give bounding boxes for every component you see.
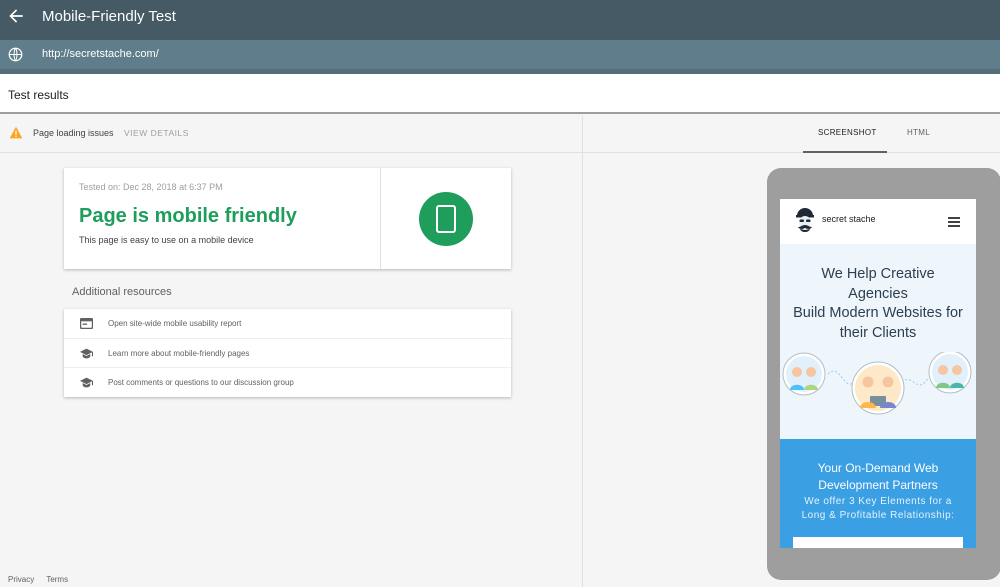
site-hero: We Help Creative Agencies Build Modern W… bbox=[780, 244, 976, 439]
additional-resources-heading: Additional resources bbox=[72, 286, 172, 298]
menu-icon bbox=[948, 217, 960, 227]
app-bar: Mobile-Friendly Test bbox=[0, 0, 1000, 40]
partners-card bbox=[793, 537, 963, 548]
partners-heading: Your On-Demand Web Development Partners bbox=[780, 460, 976, 494]
resource-label: Post comments or questions to our discus… bbox=[108, 378, 294, 387]
site-header: secret stache bbox=[780, 199, 976, 244]
school-icon bbox=[80, 377, 93, 388]
hero-line: their Clients bbox=[839, 324, 917, 341]
terms-link[interactable]: Terms bbox=[46, 575, 68, 584]
results-panel: Page loading issues VIEW DETAILS Tested … bbox=[0, 116, 583, 587]
footer: Privacy Terms bbox=[8, 575, 78, 584]
tested-url[interactable]: http://secretstache.com/ bbox=[42, 48, 159, 60]
results-title: Test results bbox=[8, 88, 69, 102]
preview-panel: SCREENSHOT HTML secret stache We Help Cr… bbox=[583, 116, 1000, 587]
hero-heading: We Help Creative Agencies Build Modern W… bbox=[780, 265, 976, 343]
results-header: Test results bbox=[0, 74, 1000, 114]
app-title: Mobile-Friendly Test bbox=[42, 8, 176, 25]
privacy-link[interactable]: Privacy bbox=[8, 575, 34, 584]
active-tab-indicator bbox=[803, 151, 887, 153]
tab-html[interactable]: HTML bbox=[907, 128, 930, 137]
resource-item-discussion-group[interactable]: Post comments or questions to our discus… bbox=[64, 367, 511, 396]
resource-label: Open site-wide mobile usability report bbox=[108, 319, 242, 328]
verdict-heading: Page is mobile friendly bbox=[79, 205, 297, 227]
warning-icon bbox=[9, 126, 23, 139]
verdict-description: This page is easy to use on a mobile dev… bbox=[79, 235, 254, 245]
site-name: secret stache bbox=[822, 214, 876, 224]
page-loading-issues-bar: Page loading issues VIEW DETAILS bbox=[0, 116, 583, 153]
issues-label: Page loading issues bbox=[33, 128, 114, 138]
mobile-phone-icon bbox=[436, 205, 456, 233]
mustache-logo-icon bbox=[796, 208, 814, 232]
resource-item-learn-more[interactable]: Learn more about mobile-friendly pages bbox=[64, 338, 511, 367]
rendered-page-screenshot: secret stache We Help Creative Agencies … bbox=[780, 199, 976, 548]
site-partners-section: Your On-Demand Web Development Partners … bbox=[780, 439, 976, 548]
resource-label: Learn more about mobile-friendly pages bbox=[108, 349, 250, 358]
preview-tabs: SCREENSHOT HTML bbox=[583, 116, 1000, 153]
partners-sub-line: We offer 3 Key Elements for a bbox=[804, 496, 952, 507]
arrow-back-icon[interactable] bbox=[6, 6, 26, 26]
hero-illustration bbox=[782, 352, 972, 415]
tab-screenshot[interactable]: SCREENSHOT bbox=[818, 128, 877, 137]
additional-resources-list: Open site-wide mobile usability report L… bbox=[64, 309, 511, 397]
partners-line: Development Partners bbox=[818, 478, 938, 492]
partners-line: Your On-Demand Web bbox=[817, 461, 939, 475]
globe-icon bbox=[8, 47, 23, 62]
mobile-friendly-badge bbox=[419, 192, 473, 246]
resource-item-usability-report[interactable]: Open site-wide mobile usability report bbox=[64, 309, 511, 338]
result-card: Tested on: Dec 28, 2018 at 6:37 PM Page … bbox=[64, 168, 511, 269]
url-bar: http://secretstache.com/ bbox=[0, 40, 1000, 69]
partners-subheading: We offer 3 Key Elements for a Long & Pro… bbox=[780, 495, 976, 523]
phone-frame: secret stache We Help Creative Agencies … bbox=[767, 168, 1000, 580]
partners-sub-line: Long & Profitable Relationship: bbox=[801, 510, 955, 521]
card-divider bbox=[380, 168, 381, 269]
view-details-link[interactable]: VIEW DETAILS bbox=[124, 128, 189, 138]
school-icon bbox=[80, 348, 93, 359]
report-icon bbox=[80, 318, 93, 329]
hero-line: Build Modern Websites for bbox=[793, 305, 963, 321]
tested-on-date: Tested on: Dec 28, 2018 at 6:37 PM bbox=[79, 182, 223, 192]
hero-line: Agencies bbox=[848, 285, 908, 302]
hero-line: We Help Creative bbox=[821, 266, 935, 282]
